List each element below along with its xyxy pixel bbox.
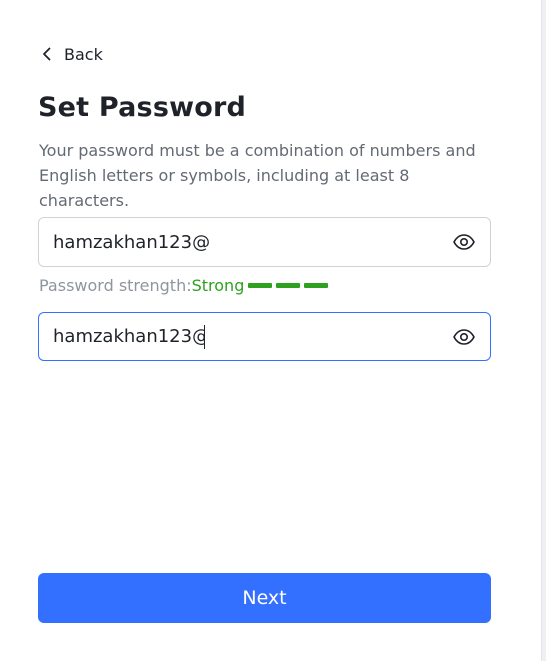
strength-bar — [276, 282, 301, 288]
chevron-left-icon — [43, 47, 51, 61]
strength-bars — [248, 282, 329, 288]
back-label: Back — [64, 44, 103, 64]
password-field[interactable] — [38, 217, 491, 267]
strength-bar — [248, 282, 273, 288]
strength-label: Password strength: — [39, 275, 192, 295]
text-caret — [204, 324, 205, 349]
next-button[interactable]: Next — [38, 573, 491, 623]
confirm-password-field[interactable] — [38, 312, 491, 361]
page-title: Set Password — [38, 92, 247, 123]
window-edge — [541, 0, 546, 661]
password-strength-indicator: Password strength: Strong — [39, 273, 329, 297]
strength-bar — [304, 282, 329, 288]
eye-icon[interactable] — [452, 230, 476, 254]
eye-icon[interactable] — [452, 325, 476, 349]
strength-value: Strong — [191, 275, 245, 295]
set-password-page: Back Set Password Your password must be … — [0, 0, 546, 661]
password-requirements-text: Your password must be a combination of n… — [39, 141, 476, 210]
back-button[interactable]: Back — [40, 42, 103, 66]
confirm-password-input[interactable] — [53, 321, 205, 352]
password-input[interactable] — [53, 227, 452, 257]
